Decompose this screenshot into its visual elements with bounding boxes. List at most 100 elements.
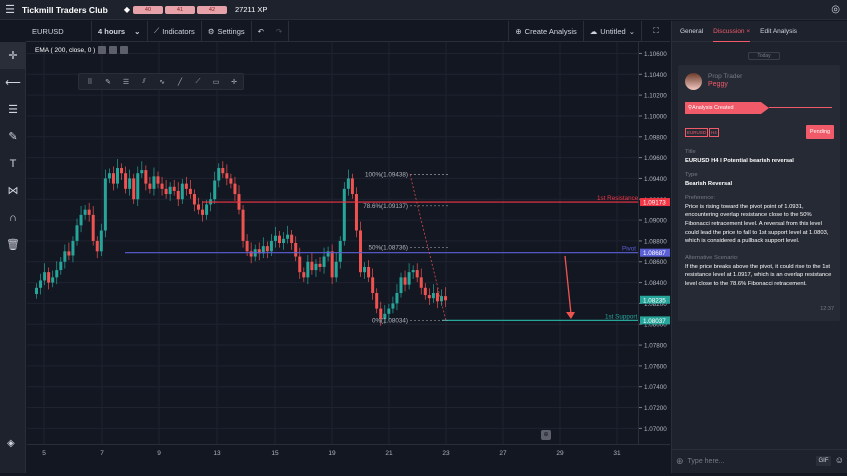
time-tick-label: 31: [613, 450, 621, 457]
price-tick-label: 1.07000: [644, 426, 667, 433]
channel-icon[interactable]: ⫽: [135, 74, 153, 89]
rectangle-icon[interactable]: ▭: [207, 74, 225, 89]
message-time: 12:37: [820, 306, 834, 312]
candle-body: [354, 194, 358, 231]
trend-line-tool[interactable]: ⟵: [0, 69, 26, 96]
candle-body: [363, 266, 367, 273]
candle-body: [440, 296, 443, 302]
lines-icon[interactable]: ☰: [117, 74, 135, 89]
tab-edit-analysis[interactable]: Edit Analysis: [760, 21, 797, 42]
line-icon: ⟵: [5, 77, 21, 89]
candle-body: [411, 270, 415, 273]
scroll-to-latest-button[interactable]: ⊕: [541, 430, 551, 440]
chevron-down-icon: ⌄: [628, 26, 635, 36]
emoji-icon[interactable]: ☺: [835, 455, 844, 465]
fullscreen-button[interactable]: ⛶: [642, 21, 670, 42]
candle-body: [342, 188, 346, 241]
line-tool-icon[interactable]: ╱: [171, 74, 189, 89]
cloud-icon: ☁: [589, 26, 598, 36]
price-axis[interactable]: 1.10600 1.10400 1.10200 1.10000 1.09800 1.096…: [638, 42, 670, 444]
candle-body: [160, 183, 164, 189]
candle-body: [229, 178, 233, 184]
menu-icon[interactable]: ☰: [0, 0, 20, 20]
drag-handle-icon[interactable]: ⠿: [81, 74, 99, 89]
candle-body: [282, 238, 286, 243]
ruler-icon[interactable]: ⟋: [189, 74, 207, 89]
preference-field: Preference: Price is rising toward the p…: [685, 194, 835, 246]
chat-input-bar[interactable]: ⊕ Type here... GIF ☺: [672, 449, 847, 473]
tab-general[interactable]: General: [680, 21, 703, 42]
author-name[interactable]: Peggy: [708, 81, 728, 88]
magnet-icon: ∩: [9, 211, 17, 224]
delete-tool[interactable]: 🗑: [0, 231, 26, 258]
redo-icon: ↷: [275, 26, 283, 36]
chat-input[interactable]: Type here...: [688, 458, 725, 465]
level-label: 1st Resistance: [597, 195, 638, 202]
gif-button[interactable]: GIF: [816, 456, 831, 466]
globe-icon[interactable]: ◎: [831, 4, 840, 15]
price-axis-labels: 1.10600 1.10400 1.10200 1.10000 1.09800 1.096…: [639, 51, 670, 433]
brush-tool[interactable]: ✎: [0, 123, 26, 150]
fib-icon: ☰: [8, 104, 18, 116]
candle-body: [269, 240, 273, 252]
redo-button[interactable]: ↷: [270, 20, 290, 42]
interval-selector[interactable]: 4 hours ⌄: [92, 20, 148, 42]
banner-line: [769, 107, 832, 108]
chart-area[interactable]: 1st Resistance Pivot 1st Support 100%(1.094…: [27, 42, 639, 444]
ema-label: EMA ( 200, close, 0 ): [35, 46, 96, 54]
layout-selector[interactable]: ☁ Untitled ⌄: [584, 20, 642, 42]
level-label: 1st Support: [605, 313, 637, 320]
eye-icon[interactable]: [98, 46, 107, 54]
pattern-tool[interactable]: ⋈: [0, 177, 26, 204]
settings-small-icon[interactable]: [109, 46, 118, 54]
delete-small-icon[interactable]: [120, 46, 129, 54]
candle-body: [346, 178, 350, 189]
undo-icon: ↶: [257, 26, 264, 36]
settings-button[interactable]: ⚙ Settings: [202, 20, 252, 42]
price-tick-label: 1.09000: [644, 218, 667, 225]
curve-icon[interactable]: ∿: [153, 74, 171, 89]
plus-icon[interactable]: ⊕: [676, 456, 684, 467]
tab-discussion[interactable]: Discussion ×: [713, 21, 751, 42]
crosshair-tool[interactable]: ✛: [0, 42, 26, 69]
price-tick-label: 1.09600: [644, 155, 667, 162]
level-badges: ◆ 40 41 42 27211 XP: [124, 5, 268, 14]
candle-body: [168, 186, 172, 195]
level-badge: 41: [164, 5, 195, 14]
candle-body: [188, 188, 192, 195]
symbol-selector[interactable]: EURUSD: [26, 20, 92, 42]
time-axis[interactable]: 5 7 9 13 15 19 21 23 27 29 31: [27, 444, 670, 473]
close-icon[interactable]: ×: [746, 28, 750, 35]
price-marker-label: 1.08687: [643, 250, 666, 257]
candle-body: [221, 168, 225, 174]
candle-body: [47, 272, 51, 283]
created-label: Analysis Created: [692, 105, 734, 111]
candle-body: [83, 209, 87, 215]
text-icon: T: [9, 157, 17, 170]
candle-body: [79, 214, 83, 226]
indicator-legend: EMA ( 200, close, 0 ): [35, 46, 129, 54]
candle-body: [51, 277, 55, 283]
fib-tool[interactable]: ☰: [0, 96, 26, 123]
drawing-floating-toolbar: ⠿ ✎ ☰ ⫽ ∿ ╱ ⟋ ▭ ✛: [78, 73, 244, 90]
candle-body: [334, 261, 338, 278]
candle-body: [375, 292, 379, 309]
text-tool[interactable]: T: [0, 150, 26, 177]
candle-body: [55, 270, 59, 278]
candle-body: [403, 277, 407, 285]
time-tick-label: 27: [499, 450, 507, 457]
create-analysis-button[interactable]: ⊕ Create Analysis: [508, 20, 584, 42]
projection-arrow-head: [566, 312, 575, 319]
time-tick-label: 29: [556, 450, 564, 457]
candle-body: [192, 194, 196, 205]
undo-button[interactable]: ↶: [252, 21, 270, 42]
pen-icon[interactable]: ✎: [99, 74, 117, 89]
plus-circle-icon: ⊕: [515, 26, 522, 36]
price-chart[interactable]: 1st Resistance Pivot 1st Support 100%(1.094…: [27, 42, 639, 444]
layers-icon[interactable]: ◈: [7, 438, 15, 449]
magnet-tool[interactable]: ∩: [0, 204, 26, 231]
crosshair-small-icon[interactable]: ✛: [225, 74, 243, 89]
indicators-button[interactable]: ⟋ Indicators: [148, 20, 202, 42]
candle-body: [338, 240, 342, 262]
candle-body: [103, 178, 107, 231]
